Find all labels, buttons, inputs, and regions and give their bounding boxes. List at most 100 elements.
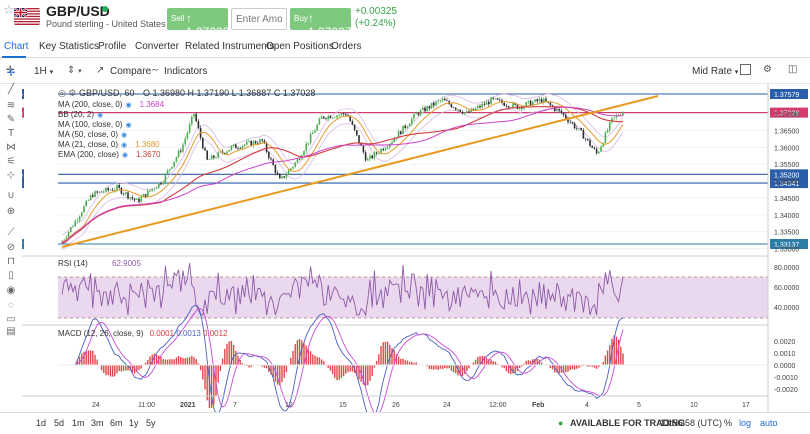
pattern-tool-icon[interactable]: ⋈ <box>5 142 17 154</box>
market-open-indicator <box>102 6 108 12</box>
candle-body <box>611 117 613 123</box>
interval-select[interactable]: 1H ▾ <box>34 66 53 77</box>
range-3m[interactable]: 3m <box>91 418 104 428</box>
time-tick-label: 24 <box>443 402 451 409</box>
macd-histogram-bar <box>147 359 149 365</box>
chevron-down-icon: ▾ <box>734 69 739 76</box>
time-axis: 24 11:00 2021 7 12 15 26 24 12:00 Feb 4 5 10 17 <box>92 402 750 409</box>
tab-converter[interactable]: Converter <box>135 41 179 52</box>
hide-tool-icon[interactable]: ⊘ <box>5 242 17 254</box>
candle-body <box>371 155 373 159</box>
candle-body <box>320 116 323 119</box>
camera-icon[interactable]: ◫ <box>788 64 797 75</box>
indicator-settings-icon[interactable]: ◉ <box>125 122 131 129</box>
sell-button[interactable]: Sell ↑ 1.37028 <box>167 8 229 39</box>
compare-button[interactable]: Compare <box>110 66 151 77</box>
legend-eye-icon[interactable]: ◎ ⚙ <box>58 88 76 98</box>
candle-body <box>404 125 406 128</box>
percent-scale-toggle[interactable]: % <box>724 418 732 428</box>
zoom-tool-icon[interactable]: ⊕ <box>5 206 17 218</box>
text-tool-icon[interactable]: T <box>5 128 17 140</box>
macd-histogram-bar <box>439 365 442 369</box>
candle-body <box>367 158 369 161</box>
candle-body <box>92 195 94 197</box>
tab-chart[interactable]: Chart <box>4 41 28 52</box>
price-type-select[interactable]: Mid Rate ▾ <box>692 66 738 77</box>
macd-histogram-bar <box>595 365 598 369</box>
macd-histogram-bar <box>173 359 175 365</box>
ruler-tool-icon[interactable]: ⟋ <box>5 227 17 239</box>
amount-input[interactable] <box>231 8 287 30</box>
visibility-icon[interactable]: ◉ <box>5 285 17 297</box>
macd-histogram-bar <box>334 365 336 379</box>
remove-drawings-icon[interactable]: ▭ <box>5 314 17 326</box>
price-chart[interactable]: 1.375791.375791.370281.370281.352001.352… <box>0 84 810 421</box>
tab-open-positions[interactable]: Open Positions <box>266 41 334 52</box>
candle-body <box>584 138 587 140</box>
range-6m[interactable]: 6m <box>110 418 123 428</box>
candle-body <box>573 123 576 129</box>
indicator-settings-icon[interactable]: ◉ <box>121 132 127 139</box>
tab-key-statistics[interactable]: Key Statistics <box>39 41 99 52</box>
indicator-settings-icon[interactable]: ◉ <box>122 152 128 159</box>
buy-button[interactable]: Buy ↑ 1.37037 <box>290 8 351 39</box>
macd-histogram-bar <box>239 359 241 365</box>
range-5y[interactable]: 5y <box>146 418 156 428</box>
macd-histogram-bar <box>406 360 409 365</box>
chart-type-icon[interactable]: ⇕ ▾ <box>67 65 82 76</box>
fib-tool-icon[interactable]: ⚟ <box>5 156 17 168</box>
macd-histogram-bar <box>428 365 431 369</box>
macd-value-2: 0.0013 <box>176 329 201 338</box>
range-1y[interactable]: 1y <box>129 418 139 428</box>
fullscreen-icon[interactable] <box>740 64 751 75</box>
range-1m[interactable]: 1m <box>72 418 85 428</box>
macd-histogram-bar <box>400 358 402 365</box>
object-tree-icon[interactable]: ◌ <box>5 300 17 312</box>
indicators-button[interactable]: Indicators <box>164 66 207 77</box>
range-5d[interactable]: 5d <box>54 418 64 428</box>
favorite-star-icon[interactable]: ☆ <box>3 2 15 18</box>
gear-icon[interactable]: ⚙ <box>763 64 772 75</box>
macd-histogram-bar <box>309 351 312 365</box>
macd-histogram-bar <box>620 346 622 365</box>
indicator-settings-icon[interactable]: ◉ <box>121 142 127 149</box>
indicator-settings-icon[interactable]: ◉ <box>97 112 103 119</box>
crosshair-tool-icon[interactable]: ✛ <box>5 68 17 80</box>
candle-body <box>369 155 371 159</box>
macd-histogram-bar <box>397 356 400 365</box>
candle-body <box>512 103 514 108</box>
candle-body <box>120 187 123 194</box>
measure-tool-icon[interactable]: ⊹ <box>5 170 17 182</box>
candle-body <box>342 113 345 115</box>
drawing-mode-icon[interactable]: ▯ <box>5 270 17 282</box>
macd-histogram-bar <box>87 350 90 365</box>
instrument-tabs: Chart Key Statistics Profile Converter R… <box>0 36 810 58</box>
rsi-value: 62.9005 <box>112 259 141 268</box>
candle-body <box>331 117 334 119</box>
candle-body <box>351 121 354 125</box>
lock-tool-icon[interactable]: ⊓ <box>5 256 17 268</box>
candle-body <box>162 182 164 185</box>
macd-histogram-bar <box>320 359 323 365</box>
trash-icon[interactable]: ▤ <box>5 326 17 338</box>
log-scale-toggle[interactable]: log <box>739 418 751 428</box>
pen-tool-icon[interactable]: ✎ <box>5 114 17 126</box>
multi-line-tool-icon[interactable]: ≋ <box>5 100 17 112</box>
macd-histogram-bar <box>367 365 369 386</box>
macd-histogram-bar <box>296 340 299 365</box>
candle-body <box>382 148 384 151</box>
candle-body <box>158 182 160 188</box>
tab-profile[interactable]: Profile <box>98 41 126 52</box>
indicator-settings-icon[interactable]: ◉ <box>125 102 131 109</box>
line-tool-icon[interactable]: ╱ <box>5 84 17 96</box>
auto-scale-toggle[interactable]: auto <box>760 418 778 428</box>
tab-related-instruments[interactable]: Related Instruments <box>185 41 275 52</box>
macd-histogram-bar <box>318 357 321 365</box>
range-1d[interactable]: 1d <box>36 418 46 428</box>
indicator-legend-row: BB (20, 2) ◉ <box>58 110 315 119</box>
candle-body <box>457 109 459 111</box>
tab-orders[interactable]: Orders <box>331 41 362 52</box>
candle-body <box>133 198 136 200</box>
macd-histogram-bar <box>169 359 171 365</box>
magnet-tool-icon[interactable]: ∪ <box>5 190 17 202</box>
